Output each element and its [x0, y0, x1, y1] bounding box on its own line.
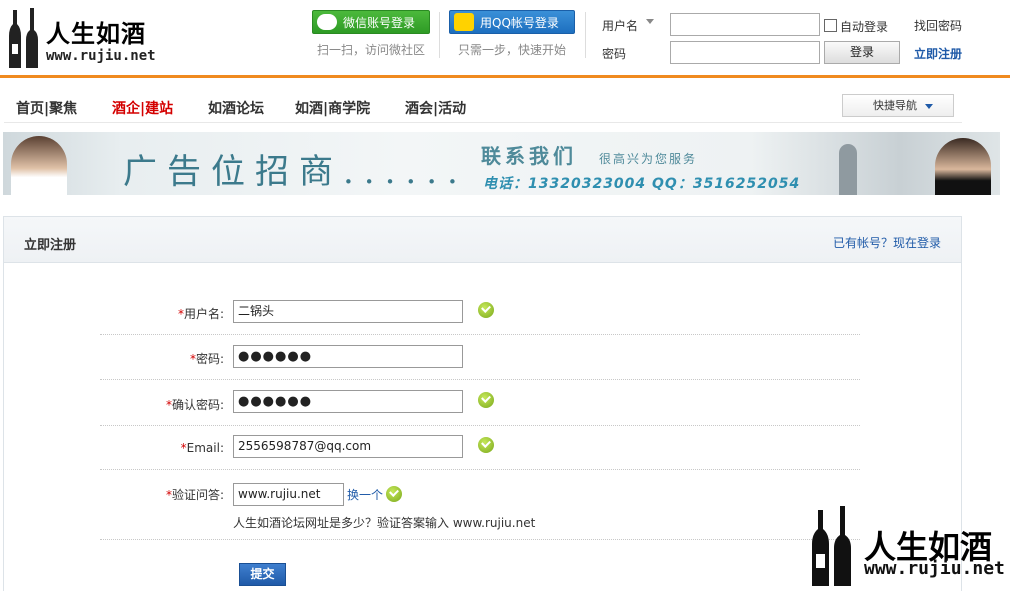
check-icon — [478, 392, 494, 408]
register-link[interactable]: 立即注册 — [914, 45, 962, 62]
login-now-link[interactable]: 已有帐号？现在登录 — [833, 234, 941, 251]
divider — [585, 12, 586, 58]
banner-person-image — [935, 138, 991, 195]
login-username-input[interactable] — [670, 13, 820, 36]
banner-contact: 联系我们 — [481, 144, 577, 168]
login-form: 用户名 密码 自动登录 登录 找回密码 立即注册 — [602, 12, 1002, 68]
quick-nav-label: 快捷导航 — [873, 99, 917, 112]
password-field-label: *密码: — [189, 352, 224, 366]
row-divider — [100, 539, 860, 540]
brand-name: 人生如酒 — [46, 20, 146, 48]
password-row: *密码: ●●●●●● — [100, 335, 860, 380]
wine-bottles-icon — [812, 506, 851, 586]
banner-slogan: 很高兴为您服务 — [599, 152, 698, 166]
banner-person-image — [11, 136, 67, 195]
captcha-field-label: *验证问答: — [165, 488, 224, 502]
register-title: 立即注册 — [24, 238, 77, 253]
confirm-password-field-label: *确认密码: — [165, 398, 224, 412]
nav-item-events[interactable]: 酒会|活动 — [405, 98, 466, 118]
username-field-label: *用户名: — [177, 307, 224, 321]
wechat-login-label: 微信账号登录 — [343, 15, 416, 30]
captcha-hint: 人生如酒论坛网址是多少？验证答案输入 www.rujiu.net — [233, 516, 536, 530]
check-icon — [386, 486, 402, 502]
nav-divider — [4, 122, 962, 123]
username-label[interactable]: 用户名 — [602, 17, 638, 34]
qq-login-caption: 只需一步，快速开始 — [457, 43, 566, 57]
wechat-login-button[interactable]: 微信账号登录 — [312, 10, 430, 34]
page: 人生如酒 www.rujiu.net 微信账号登录 扫一扫，访问微社区 用QQ帐… — [0, 0, 1010, 591]
nav-item-forum[interactable]: 如酒论坛 — [208, 98, 264, 118]
submit-button[interactable]: 提交 — [239, 563, 286, 586]
banner-person-image — [839, 144, 857, 195]
watermark-url: www.rujiu.net — [864, 558, 1005, 579]
captcha-row: *验证问答: www.rujiu.net 换一个 人生如酒论坛网址是多少？验证答… — [100, 470, 860, 540]
nav-item-sites[interactable]: 酒企|建站 — [112, 98, 173, 118]
banner-headline: 广告位招商...... — [123, 152, 468, 192]
auto-login-label[interactable]: 自动登录 — [840, 18, 888, 35]
auto-login-checkbox[interactable] — [824, 19, 837, 32]
username-field[interactable]: 二锅头 — [233, 300, 463, 323]
email-field[interactable]: 2556598787@qq.com — [233, 435, 463, 458]
wechat-login-caption: 扫一扫，访问微社区 — [316, 43, 425, 57]
ad-banner[interactable]: 广告位招商...... 联系我们 很高兴为您服务 电话：13320323004 … — [3, 132, 1000, 195]
qq-login: 用QQ帐号登录 只需一步，快速开始 — [448, 10, 576, 60]
email-field-label: *Email: — [180, 441, 224, 455]
password-field[interactable]: ●●●●●● — [233, 345, 463, 368]
banner-phone: 电话：13320323004 QQ：3516252054 — [483, 176, 801, 192]
main-nav: 首页|聚焦 酒企|建站 如酒论坛 如酒|商学院 酒会|活动 快捷导航 — [0, 78, 1010, 124]
site-logo[interactable]: 人生如酒 www.rujiu.net — [4, 6, 164, 70]
password-label: 密码 — [602, 47, 627, 61]
brand-url: www.rujiu.net — [46, 48, 156, 64]
captcha-field[interactable]: www.rujiu.net — [233, 483, 344, 506]
header: 人生如酒 www.rujiu.net 微信账号登录 扫一扫，访问微社区 用QQ帐… — [0, 0, 1010, 76]
nav-item-academy[interactable]: 如酒|商学院 — [295, 98, 370, 118]
username-row: *用户名: 二锅头 — [100, 288, 860, 335]
email-row: *Email: 2556598787@qq.com — [100, 426, 860, 470]
watermark-logo: 人生如酒 www.rujiu.net — [806, 504, 1006, 588]
register-panel-header: 立即注册 已有帐号？现在登录 — [4, 217, 961, 263]
chevron-down-icon[interactable] — [646, 19, 654, 24]
wechat-login: 微信账号登录 扫一扫，访问微社区 — [311, 10, 431, 60]
chevron-down-icon — [925, 104, 933, 109]
wechat-icon — [317, 14, 337, 30]
wine-bottles-icon — [9, 8, 38, 68]
login-password-input[interactable] — [670, 41, 820, 64]
nav-item-home[interactable]: 首页|聚焦 — [16, 98, 77, 118]
qq-login-label: 用QQ帐号登录 — [480, 15, 559, 30]
confirm-password-field[interactable]: ●●●●●● — [233, 390, 463, 413]
login-button[interactable]: 登录 — [824, 41, 900, 64]
qq-login-button[interactable]: 用QQ帐号登录 — [449, 10, 575, 34]
qq-penguin-icon — [454, 13, 474, 31]
confirm-password-row: *确认密码: ●●●●●● — [100, 380, 860, 426]
divider — [439, 12, 440, 58]
forgot-password-link[interactable]: 找回密码 — [914, 17, 962, 34]
quick-nav-dropdown[interactable]: 快捷导航 — [842, 94, 954, 117]
check-icon — [478, 437, 494, 453]
swap-question-link[interactable]: 换一个 — [347, 486, 383, 503]
check-icon — [478, 302, 494, 318]
